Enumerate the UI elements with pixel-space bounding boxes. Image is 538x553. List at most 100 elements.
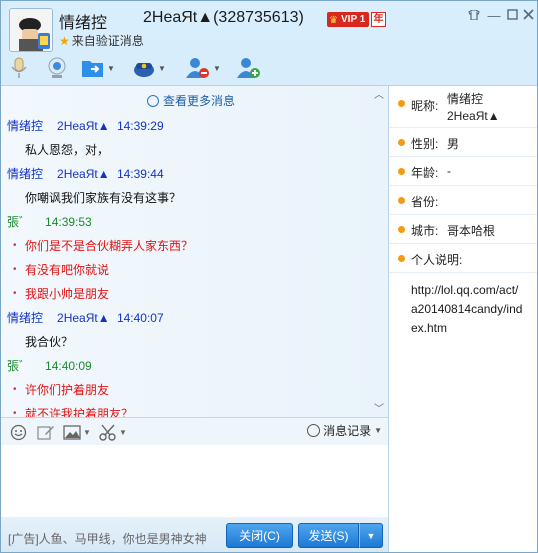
vip-year-badge: 年 bbox=[371, 12, 386, 27]
message-time: 14:39:29 bbox=[116, 119, 164, 133]
message-time: 14:40:09 bbox=[45, 359, 92, 373]
pencil-icon bbox=[37, 425, 54, 440]
remote-assist-button[interactable]: ▼ bbox=[132, 55, 166, 81]
message-text: 许你们护着朋友 bbox=[1, 378, 381, 402]
gender-label: 性别: bbox=[411, 137, 439, 151]
user-add-icon bbox=[237, 58, 260, 78]
send-file-button[interactable]: ▼ bbox=[81, 55, 115, 81]
message-text: 你嘲讽我们家族有没有这事？ bbox=[25, 191, 182, 205]
bullet-icon bbox=[398, 168, 405, 175]
verify-source: ★ 来自验证消息 bbox=[59, 32, 144, 49]
message-header: 情绪控 2HeaЯt▲ 14:40:07 bbox=[1, 306, 381, 330]
send-options-button[interactable]: ▼ bbox=[359, 523, 383, 548]
sender-name[interactable]: 情绪控 bbox=[7, 167, 43, 181]
add-friend-button[interactable] bbox=[236, 55, 262, 81]
message-text: 私人恩怨，对， bbox=[25, 143, 110, 157]
ad-link[interactable]: [广告]人鱼、马甲线，你也是男神女神 bbox=[8, 530, 207, 547]
sender-peer: 2HeaЯt▲ bbox=[57, 311, 110, 325]
nickname-label: 昵称: bbox=[411, 99, 439, 113]
chevron-down-icon: ▼ bbox=[119, 427, 127, 437]
bio-link[interactable]: http://lol.qq.com/act/a20140814candy/ind… bbox=[389, 273, 537, 338]
contact-name: 情绪控 bbox=[59, 15, 108, 32]
close-window-button[interactable] bbox=[517, 7, 537, 25]
bullet-icon bbox=[398, 139, 405, 146]
skin-button[interactable] bbox=[463, 7, 485, 25]
sender-name[interactable]: 張゛ bbox=[7, 215, 31, 229]
sender-name[interactable]: 情绪控 bbox=[7, 311, 43, 325]
message-text: 有没有吧你就说 bbox=[1, 258, 381, 282]
message-text: 就不许我护着朋友？ bbox=[1, 402, 381, 417]
close-button[interactable]: 关闭(C) bbox=[226, 523, 293, 548]
vip-badge[interactable]: ♛ VIP 1 bbox=[327, 12, 370, 27]
chat-window: 情绪控 2HeaЯt▲(328735613) ♛ VIP 1 年 ★ 来自验证消息 … bbox=[0, 0, 538, 553]
message-text: 你们是不是合伙糊弄人家东西？ bbox=[1, 234, 381, 258]
top-toolbar: ▼ ▼ ▼ bbox=[1, 53, 301, 83]
message-header: 情绪控 2HeaЯt▲ 14:39:44 bbox=[1, 162, 381, 186]
age-value: - bbox=[447, 164, 451, 178]
microphone-icon bbox=[11, 57, 27, 78]
maximize-icon bbox=[506, 9, 518, 20]
chevron-down-icon: ▼ bbox=[107, 63, 115, 73]
sender-name[interactable]: 情绪控 bbox=[7, 119, 43, 133]
province-label: 省份: bbox=[411, 195, 439, 209]
verify-text: 来自验证消息 bbox=[71, 34, 144, 48]
bullet-icon bbox=[398, 100, 405, 107]
folder-icon bbox=[82, 61, 103, 77]
profile-gender: 性别: 男 bbox=[389, 128, 537, 157]
star-icon: ★ bbox=[59, 34, 70, 48]
block-contact-button[interactable]: ▼ bbox=[185, 55, 221, 81]
city-value: 哥本哈根 bbox=[447, 224, 496, 238]
sender-name[interactable]: 張゛ bbox=[7, 359, 31, 373]
picture-icon bbox=[63, 424, 81, 440]
chat-message: 情绪控 2HeaЯt▲ 14:39:29 私人恩怨，对， bbox=[1, 114, 381, 162]
font-style-button[interactable] bbox=[37, 423, 55, 441]
view-more-label: 查看更多消息 bbox=[162, 94, 235, 108]
user-remove-icon bbox=[186, 58, 209, 78]
bullet-icon bbox=[398, 197, 405, 204]
message-time: 14:40:07 bbox=[116, 311, 164, 325]
clock-icon bbox=[307, 424, 321, 437]
crown-icon: ♛ bbox=[329, 15, 338, 26]
vip-label: VIP 1 bbox=[341, 14, 366, 25]
profile-panel: 昵称: 情绪控 2HeaЯt▲ 性别: 男 年龄: - 省份: 城市: 哥本哈根… bbox=[388, 85, 537, 552]
sender-peer: 2HeaЯt▲ bbox=[57, 119, 110, 133]
chevron-down-icon: ▼ bbox=[366, 531, 376, 541]
chat-message: 張゛ 14:39:53 你们是不是合伙糊弄人家东西？有没有吧你就说我跟小帅是朋友 bbox=[1, 210, 381, 306]
profile-bio: 个人说明: bbox=[389, 244, 537, 273]
scroll-down-button[interactable]: ﹀ bbox=[374, 400, 384, 415]
avatar[interactable] bbox=[9, 8, 53, 52]
chevron-down-icon: ▼ bbox=[374, 426, 382, 435]
shirt-icon bbox=[468, 9, 480, 21]
chevron-down-icon: ▼ bbox=[158, 63, 166, 73]
message-time: 14:39:44 bbox=[116, 167, 164, 181]
voice-call-button[interactable] bbox=[10, 55, 28, 81]
message-header: 張゛ 14:39:53 bbox=[1, 210, 381, 234]
nickname-value: 情绪控 2HeaЯt▲ bbox=[447, 92, 500, 123]
message-header: 情绪控 2HeaЯt▲ 14:39:29 bbox=[1, 114, 381, 138]
profile-city: 城市: 哥本哈根 bbox=[389, 215, 537, 244]
message-list: 情绪控 2HeaЯt▲ 14:39:29 私人恩怨，对， 情绪控 2HeaЯt▲ 14:… bbox=[1, 114, 381, 417]
bottom-bar: [广告]人鱼、马甲线，你也是男神女神 关闭(C) 发送(S) ▼ bbox=[1, 517, 388, 552]
minimize-icon: — bbox=[487, 8, 501, 23]
view-more-messages-link[interactable]: 查看更多消息 bbox=[1, 92, 381, 109]
profile-province: 省份: bbox=[389, 186, 537, 215]
screenshot-button[interactable]: ▼ bbox=[99, 423, 127, 441]
input-toolbar: ▼ ▼ 消息记录 ▼ bbox=[1, 417, 388, 445]
scroll-up-button[interactable]: ︿ bbox=[374, 86, 384, 101]
webcam-icon bbox=[48, 57, 66, 78]
send-button[interactable]: 发送(S) bbox=[298, 523, 359, 548]
message-text: 我合伙？ bbox=[25, 335, 74, 349]
bullet-icon bbox=[398, 255, 405, 262]
image-button[interactable]: ▼ bbox=[63, 423, 91, 441]
gender-value: 男 bbox=[447, 137, 460, 151]
chat-message: 情绪控 2HeaЯt▲ 14:39:44 你嘲讽我们家族有没有这事？ bbox=[1, 162, 381, 210]
peer-label: 2HeaЯt▲(328735613) bbox=[143, 9, 304, 26]
sender-peer: 2HeaЯt▲ bbox=[57, 167, 110, 181]
bullet-icon bbox=[398, 226, 405, 233]
message-history-button[interactable]: 消息记录 ▼ bbox=[307, 422, 382, 439]
emoji-button[interactable] bbox=[10, 423, 27, 441]
message-panel[interactable]: 查看更多消息 ︿ 情绪控 2HeaЯt▲ 14:39:29 私人恩怨，对， 情绪控 2H… bbox=[1, 85, 388, 417]
message-input[interactable] bbox=[1, 445, 388, 517]
video-call-button[interactable] bbox=[45, 55, 69, 81]
profile-nickname: 昵称: 情绪控 2HeaЯt▲ bbox=[389, 86, 537, 128]
